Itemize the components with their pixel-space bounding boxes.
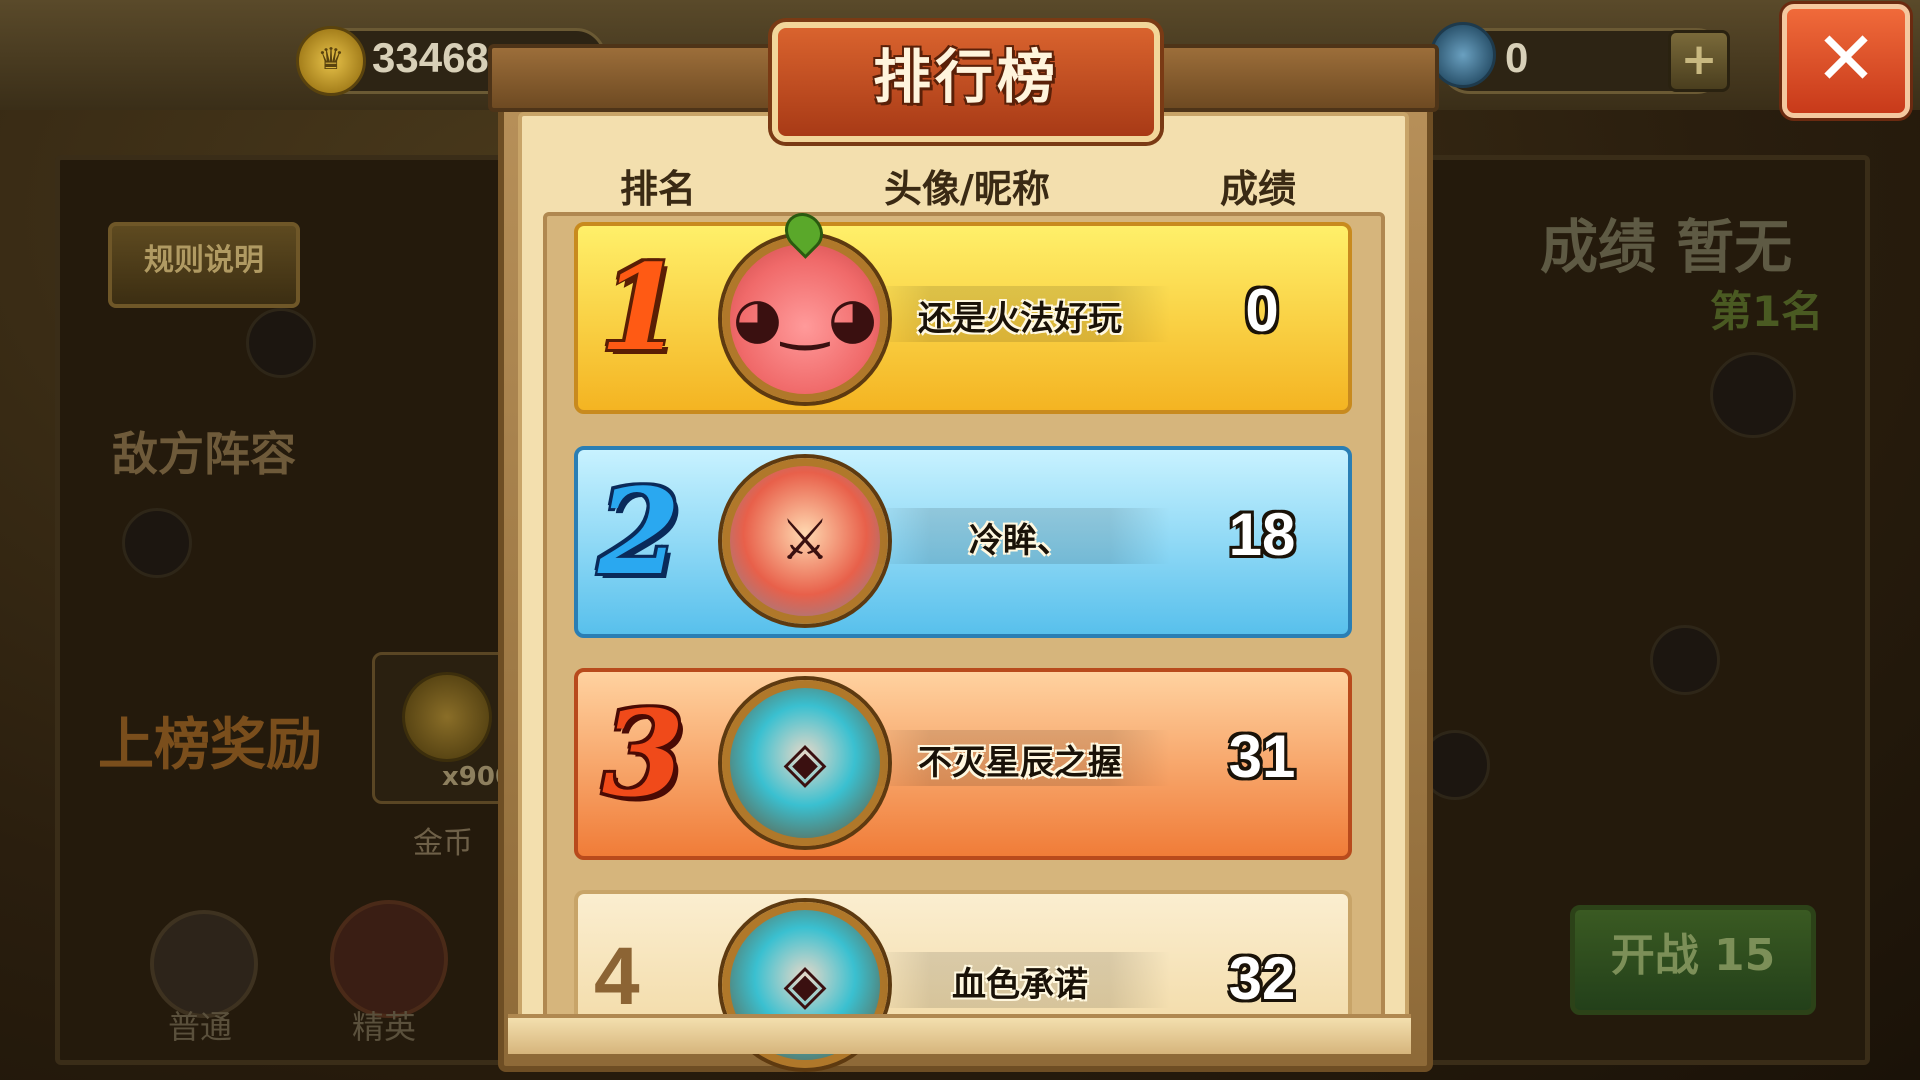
column-header-player: 头像/昵称 xyxy=(884,167,1050,211)
normal-mode-label: 普通 xyxy=(168,1008,233,1046)
shield-icon xyxy=(1710,352,1796,438)
gem-amount: 0 xyxy=(1505,34,1529,81)
hero-face-icon: ⚔ xyxy=(779,508,831,573)
column-header-score: 成绩 xyxy=(1220,167,1297,211)
hooded-mage-face-icon: ◈ xyxy=(783,730,827,795)
rank-number: 1 xyxy=(600,238,683,377)
column-header-rank: 排名 xyxy=(620,167,697,211)
crown-coin-icon: ♛ xyxy=(296,26,366,96)
elite-mode-label: 精英 xyxy=(352,1008,417,1046)
enemy-slot-icon xyxy=(1650,625,1720,695)
player-score: 18 xyxy=(1228,501,1296,568)
my-score-status: 成绩 暂无 xyxy=(1540,213,1793,281)
start-battle-button[interactable]: 开战 15 xyxy=(1570,905,1816,1015)
leaderboard-title: 排行榜 xyxy=(872,43,1059,111)
player-score: 32 xyxy=(1228,945,1296,1012)
peach-face-icon: ◕‿◕ xyxy=(732,286,878,351)
player-avatar[interactable]: ⚔ xyxy=(722,458,888,624)
rank-number: 4 xyxy=(594,931,640,1022)
my-rank-status: 第1名 xyxy=(1710,287,1824,336)
close-button[interactable]: ✕ xyxy=(1782,4,1910,118)
player-score: 0 xyxy=(1245,277,1279,344)
player-name: 冷眸、 xyxy=(969,521,1071,561)
player-name: 不灭星辰之握 xyxy=(918,743,1122,783)
enemy-slot-icon xyxy=(246,308,316,378)
gem-icon xyxy=(1430,22,1496,88)
rank-number: 3 xyxy=(602,684,685,823)
player-name: 血色承诺 xyxy=(952,965,1088,1005)
add-gems-button[interactable]: + xyxy=(1668,30,1730,92)
reward-title: 上榜奖励 xyxy=(98,713,322,778)
player-avatar[interactable]: ◕‿◕ xyxy=(722,236,888,402)
coin-amount: 33468 xyxy=(372,34,489,81)
player-name: 还是火法好玩 xyxy=(918,299,1122,339)
enemy-lineup-title: 敌方阵容 xyxy=(112,427,296,481)
reward-coin-icon xyxy=(402,672,492,762)
rules-button[interactable]: 规则说明 xyxy=(108,222,300,308)
elite-mode-skull-icon[interactable] xyxy=(330,900,448,1018)
enemy-slot-icon xyxy=(122,508,192,578)
player-avatar[interactable]: ◈ xyxy=(722,680,888,846)
panel-bottom-edge xyxy=(508,1014,1411,1054)
reward-item-label: 金币 xyxy=(413,826,473,861)
player-score: 31 xyxy=(1228,723,1296,790)
rank-number: 2 xyxy=(598,462,681,601)
